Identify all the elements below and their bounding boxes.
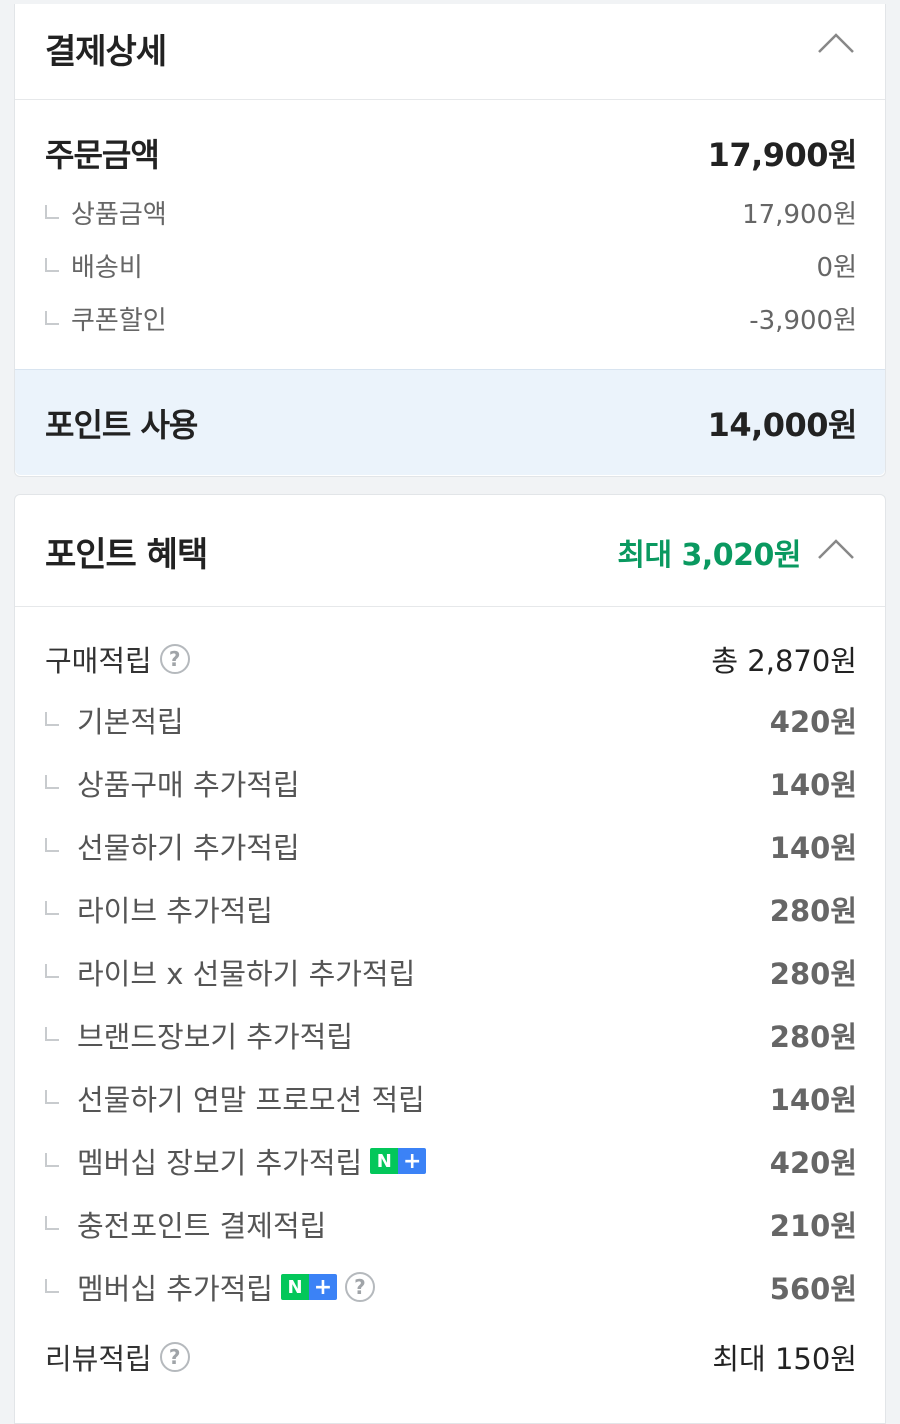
review-reward-value: 최대 150원: [712, 1342, 857, 1376]
gift-promotion-reward-row: 선물하기 연말 프로모션 적립 140원: [45, 1077, 857, 1119]
help-icon[interactable]: ?: [159, 644, 190, 674]
point-use-section: 포인트 사용 14,000원: [15, 369, 885, 475]
shipping-fee-value: 0원: [816, 253, 857, 283]
reward-item-value: 140원: [769, 1083, 857, 1117]
sub-item-indicator: [45, 1216, 59, 1230]
sub-item-indicator: [45, 204, 59, 219]
product-amount-value: 17,900원: [742, 200, 857, 230]
reward-item-value: 280원: [769, 894, 857, 928]
chevron-up-icon[interactable]: [817, 32, 855, 54]
reward-item-value: 140원: [769, 831, 857, 865]
coupon-discount-row: 쿠폰할인 -3,900원: [45, 300, 857, 337]
chevron-up-icon[interactable]: [817, 538, 855, 560]
payment-details-card: 결제상세 주문금액 17,900원 상품금액 17,900원 배송비 0원 쿠폰…: [14, 4, 886, 477]
sub-item-indicator: [45, 1027, 59, 1041]
reward-item-label: 선물하기 연말 프로모션 적립: [77, 1083, 425, 1117]
product-amount-label: 상품금액: [71, 200, 167, 230]
reward-item-label: 멤버십 추가적립: [77, 1272, 273, 1306]
charge-point-reward-row: 충전포인트 결제적립 210원: [45, 1203, 857, 1245]
point-benefits-title: 포인트 혜택: [45, 535, 208, 575]
sub-item-indicator: [45, 1279, 59, 1293]
reward-item-value: 280원: [769, 957, 857, 991]
point-benefits-header[interactable]: 포인트 혜택 최대 3,020원: [15, 495, 885, 607]
reward-item-label: 브랜드장보기 추가적립: [77, 1020, 354, 1054]
purchase-reward-row: 구매적립 ? 총 2,870원: [45, 638, 857, 680]
shipping-fee-label: 배송비: [71, 253, 143, 283]
sub-item-indicator: [45, 310, 59, 325]
reward-item-label: 상품구매 추가적립: [77, 768, 300, 802]
reward-item-value: 280원: [769, 1020, 857, 1054]
naver-plus-badge-icon: N +: [280, 1274, 337, 1300]
sub-item-indicator: [45, 838, 59, 852]
product-amount-row: 상품금액 17,900원: [45, 194, 857, 231]
sub-item-indicator: [45, 257, 59, 272]
shipping-fee-row: 배송비 0원: [45, 247, 857, 284]
sub-item-indicator: [45, 964, 59, 978]
reward-item-label: 기본적립: [77, 705, 184, 739]
sub-item-indicator: [45, 1153, 59, 1167]
reward-item-value: 420원: [769, 1146, 857, 1180]
naver-plus-badge-icon: N +: [370, 1148, 427, 1174]
help-icon[interactable]: ?: [159, 1342, 190, 1372]
review-reward-row: 리뷰적립 ? 최대 150원: [45, 1336, 857, 1378]
live-gift-reward-row: 라이브 x 선물하기 추가적립 280원: [45, 951, 857, 993]
purchase-reward-value: 총 2,870원: [711, 644, 857, 678]
reward-item-value: 420원: [769, 705, 857, 739]
order-amount-value: 17,900원: [707, 136, 858, 174]
reward-item-label: 라이브 x 선물하기 추가적립: [77, 957, 416, 991]
point-use-label: 포인트 사용: [45, 406, 198, 444]
coupon-discount-value: -3,900원: [749, 306, 857, 336]
membership-reward-row: 멤버십 추가적립 N + ? 560원: [45, 1266, 857, 1308]
review-reward-label: 리뷰적립: [45, 1342, 152, 1376]
reward-item-value: 210원: [769, 1209, 857, 1243]
sub-item-indicator: [45, 712, 59, 726]
reward-item-label: 라이브 추가적립: [77, 894, 273, 928]
reward-item-label: 멤버십 장보기 추가적립: [77, 1146, 363, 1180]
coupon-discount-label: 쿠폰할인: [71, 306, 167, 336]
reward-item-value: 140원: [769, 768, 857, 802]
help-icon[interactable]: ?: [344, 1272, 375, 1302]
point-use-row: 포인트 사용 14,000원: [45, 400, 858, 446]
reward-item-label: 선물하기 추가적립: [77, 831, 300, 865]
reward-item-label: 충전포인트 결제적립: [77, 1209, 327, 1243]
live-reward-row: 라이브 추가적립 280원: [45, 888, 857, 930]
reward-item-value: 560원: [769, 1272, 857, 1306]
membership-shopping-reward-row: 멤버십 장보기 추가적립 N + 420원: [45, 1140, 857, 1182]
payment-details-header[interactable]: 결제상세: [15, 4, 885, 100]
product-purchase-reward-row: 상품구매 추가적립 140원: [45, 762, 857, 804]
basic-reward-row: 기본적립 420원: [45, 699, 857, 741]
sub-item-indicator: [45, 1090, 59, 1104]
point-use-value: 14,000원: [707, 406, 858, 444]
gift-reward-row: 선물하기 추가적립 140원: [45, 825, 857, 867]
brand-shopping-reward-row: 브랜드장보기 추가적립 280원: [45, 1014, 857, 1056]
point-benefits-max-value: 최대 3,020원: [617, 538, 801, 573]
sub-item-indicator: [45, 775, 59, 789]
purchase-reward-label: 구매적립: [45, 644, 152, 678]
order-amount-label: 주문금액: [45, 136, 160, 174]
payment-details-title: 결제상세: [45, 32, 167, 72]
sub-item-indicator: [45, 901, 59, 915]
point-benefits-card: 포인트 혜택 최대 3,020원 구매적립 ? 총 2,870원 기본적립 42…: [14, 494, 886, 1424]
order-amount-row: 주문금액 17,900원: [45, 130, 858, 176]
